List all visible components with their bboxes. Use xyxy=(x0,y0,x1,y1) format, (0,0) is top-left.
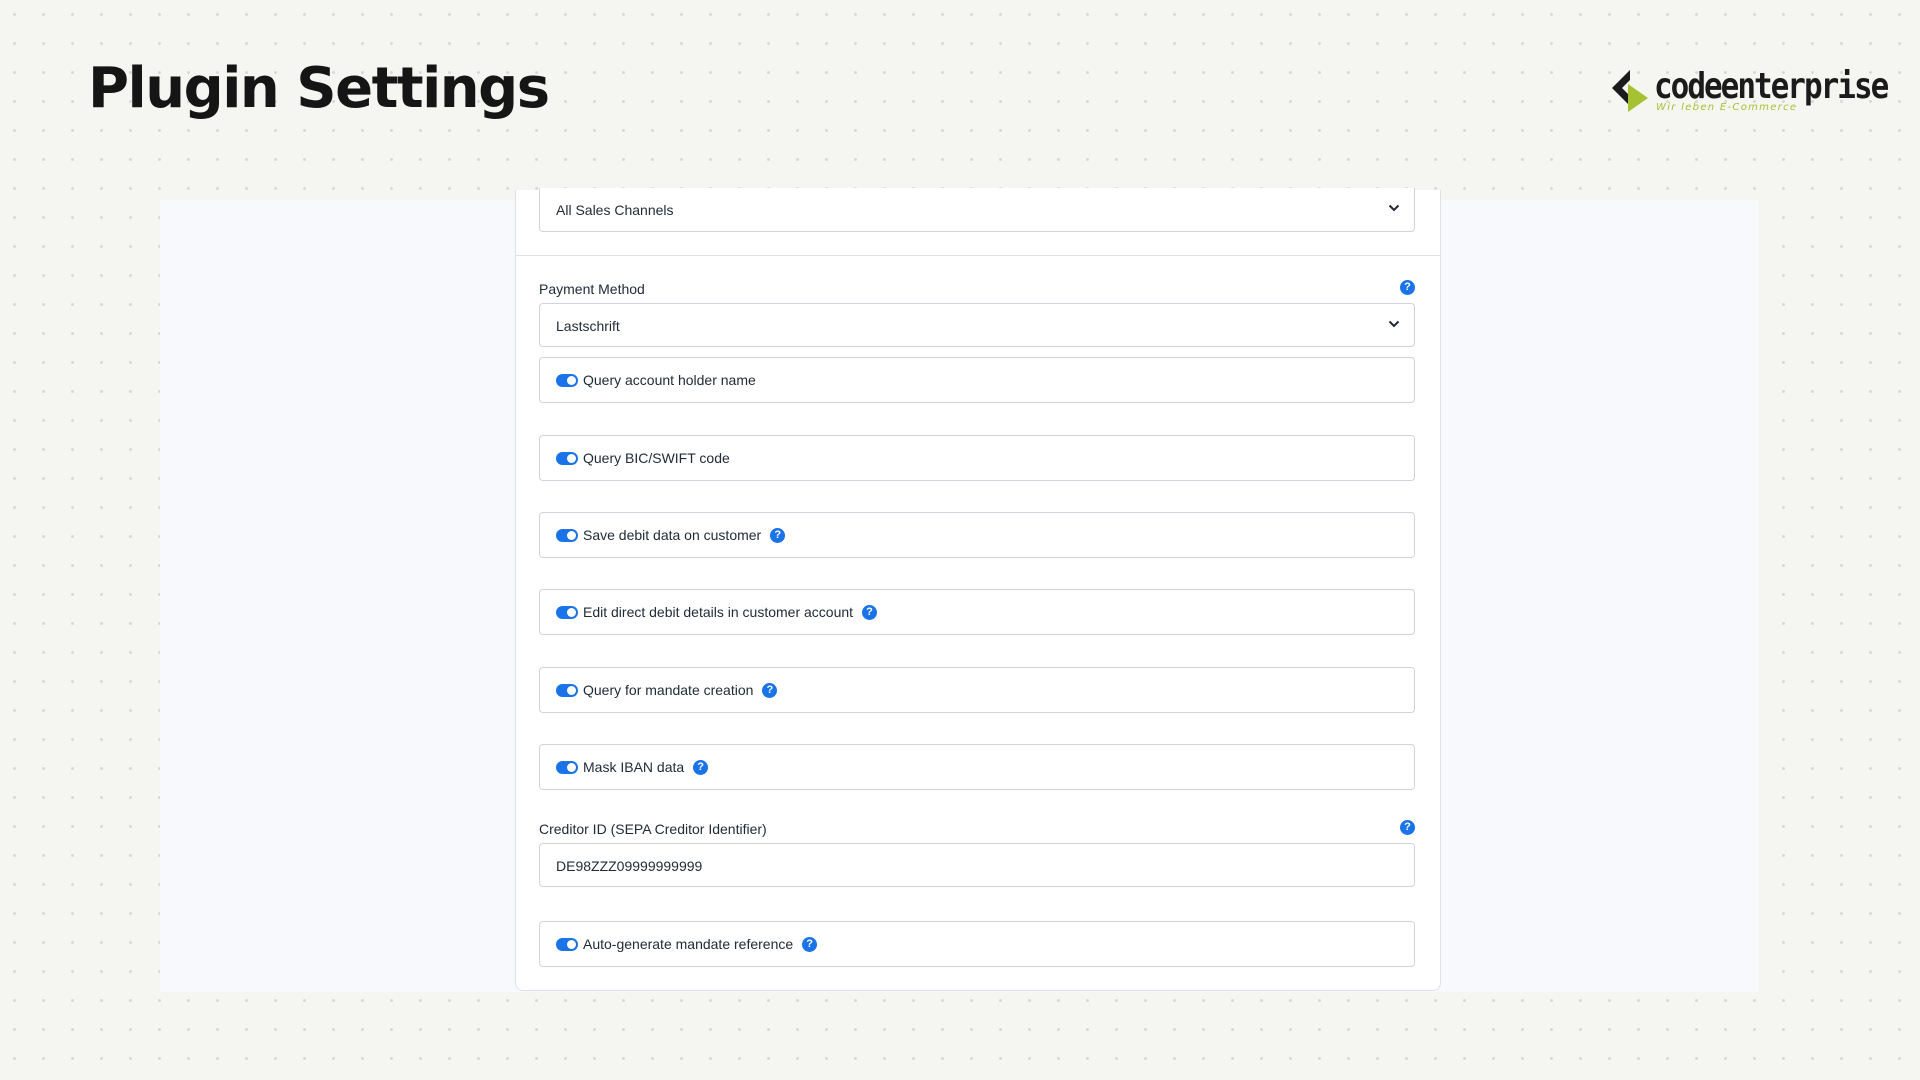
toggle-label: Query BIC/SWIFT code xyxy=(583,450,730,466)
help-icon[interactable]: ? xyxy=(862,604,878,620)
toggle-row-auto-mandate: Auto-generate mandate reference ? xyxy=(539,921,1415,967)
logo-chevron-icon xyxy=(1612,70,1648,112)
toggle-label: Edit direct debit details in customer ac… xyxy=(583,604,854,620)
payment-method-select[interactable]: Lastschrift xyxy=(539,303,1415,347)
toggle-switch[interactable] xyxy=(556,451,578,465)
toggle-label: Mask IBAN data xyxy=(583,759,685,775)
toggle-switch[interactable] xyxy=(556,937,578,951)
toggle-switch[interactable] xyxy=(556,605,578,619)
toggle-switch[interactable] xyxy=(556,528,578,542)
toggle-row-mask-iban: Mask IBAN data ? xyxy=(539,744,1415,790)
toggle-label: Query for mandate creation xyxy=(583,682,754,698)
toggle-row-edit-debit: Edit direct debit details in customer ac… xyxy=(539,589,1415,635)
toggle-switch[interactable] xyxy=(556,760,578,774)
payment-method-value: Lastschrift xyxy=(556,318,620,334)
toggle-row-bic-swift: Query BIC/SWIFT code xyxy=(539,435,1415,481)
settings-card: All Sales Channels Payment Method ? Last… xyxy=(515,188,1441,991)
toggle-switch[interactable] xyxy=(556,373,578,387)
help-icon[interactable]: ? xyxy=(762,682,778,698)
toggle-label: Auto-generate mandate reference xyxy=(583,936,794,952)
chevron-down-icon xyxy=(1388,320,1400,328)
sales-channel-value: All Sales Channels xyxy=(556,202,674,218)
creditor-id-help-icon[interactable]: ? xyxy=(1400,820,1415,835)
help-icon[interactable]: ? xyxy=(802,936,818,952)
help-icon[interactable]: ? xyxy=(770,527,786,543)
toggle-row-mandate-creation: Query for mandate creation ? xyxy=(539,667,1415,713)
help-icon[interactable]: ? xyxy=(693,759,709,775)
toggle-row-save-debit: Save debit data on customer ? xyxy=(539,512,1415,558)
payment-method-help-icon[interactable]: ? xyxy=(1400,280,1415,295)
brand-logo: codeenterprise Wir leben E-Commerce xyxy=(1610,64,1889,120)
logo-tagline: Wir leben E-Commerce xyxy=(1656,102,1798,113)
toggle-label: Save debit data on customer xyxy=(583,527,762,543)
sales-channel-select[interactable]: All Sales Channels xyxy=(539,188,1415,232)
page-title: Plugin Settings xyxy=(88,56,550,121)
toggle-switch[interactable] xyxy=(556,683,578,697)
toggle-label: Query account holder name xyxy=(583,372,756,388)
creditor-id-label: Creditor ID (SEPA Creditor Identifier) xyxy=(539,821,767,837)
creditor-id-input[interactable]: DE98ZZZ09999999999 xyxy=(539,843,1415,887)
section-divider xyxy=(516,255,1440,256)
payment-method-label: Payment Method xyxy=(539,281,645,297)
creditor-id-value: DE98ZZZ09999999999 xyxy=(556,858,703,874)
toggle-row-account-holder: Query account holder name xyxy=(539,357,1415,403)
settings-panel: All Sales Channels Payment Method ? Last… xyxy=(160,188,1758,992)
chevron-down-icon xyxy=(1388,204,1400,212)
